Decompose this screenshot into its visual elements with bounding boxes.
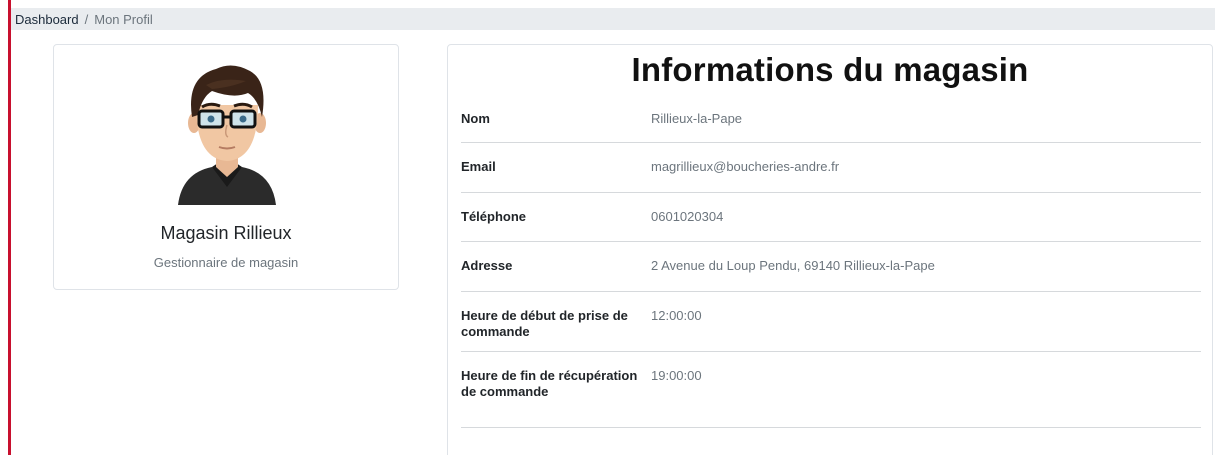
info-row-heure-debut: Heure de début de prise de commande 12:0… — [461, 292, 1201, 352]
info-row-telephone: Téléphone 0601020304 — [461, 193, 1201, 242]
store-info-card: Informations du magasin Nom Rillieux-la-… — [447, 44, 1213, 455]
info-row-heure-fin: Heure de fin de récupération de commande… — [461, 352, 1201, 428]
info-value: magrillieux@boucheries-andre.fr — [651, 159, 840, 174]
profile-role: Gestionnaire de magasin — [153, 255, 299, 270]
info-value: 0601020304 — [651, 209, 724, 224]
info-value: 19:00:00 — [651, 368, 702, 383]
profile-name: Magasin Rillieux — [160, 223, 292, 243]
cartoon-avatar-icon — [178, 65, 276, 205]
left-accent-bar — [8, 0, 11, 455]
info-row-email: Email magrillieux@boucheries-andre.fr — [461, 143, 1201, 193]
info-label: Heure de début de prise de commande — [461, 308, 628, 339]
info-value: 12:00:00 — [651, 308, 702, 323]
info-label: Adresse — [461, 258, 513, 273]
breadcrumb-separator: / — [84, 11, 89, 27]
breadcrumb-dashboard-link[interactable]: Dashboard — [15, 12, 79, 27]
info-label: Nom — [461, 111, 490, 126]
info-row-adresse: Adresse 2 Avenue du Loup Pendu, 69140 Ri… — [461, 242, 1201, 292]
breadcrumb-current: Mon Profil — [94, 11, 153, 27]
profile-card: Magasin Rillieux Gestionnaire de magasin — [53, 44, 399, 290]
info-row-nom: Nom Rillieux-la-Pape — [461, 95, 1201, 143]
store-info-table: Nom Rillieux-la-Pape Email magrillieux@b… — [461, 95, 1201, 428]
breadcrumb: Dashboard / Mon Profil — [11, 8, 1215, 30]
info-value: 2 Avenue du Loup Pendu, 69140 Rillieux-l… — [651, 258, 935, 273]
info-label: Heure de fin de récupération de commande — [461, 368, 638, 399]
info-value: Rillieux-la-Pape — [651, 111, 743, 126]
store-info-title: Informations du magasin — [631, 51, 1029, 88]
info-label: Téléphone — [461, 209, 527, 224]
info-label: Email — [461, 159, 496, 174]
